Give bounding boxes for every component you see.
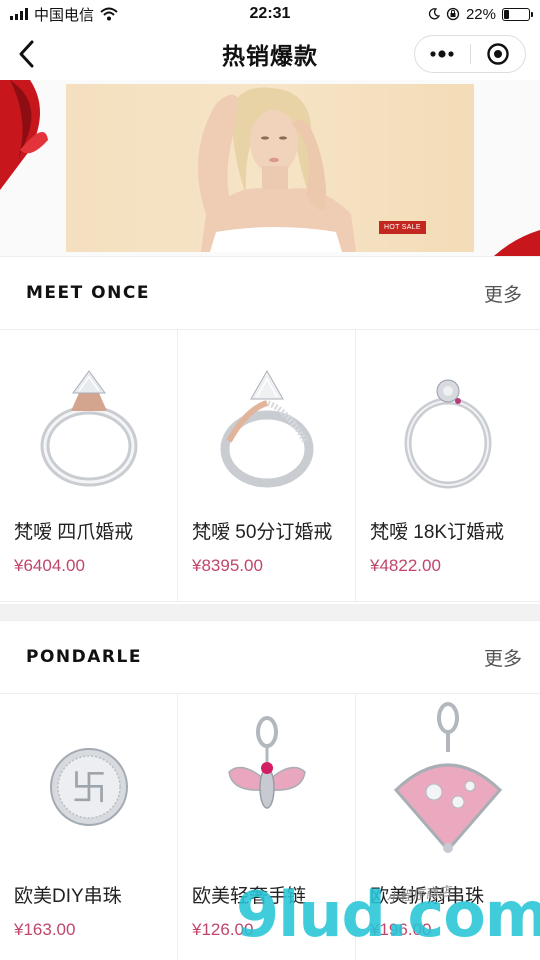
product-price: ¥6404.00 bbox=[14, 556, 85, 575]
carrier-name: 中国电信 bbox=[34, 6, 95, 24]
section-gap bbox=[0, 604, 540, 620]
nav-bar: 热销爆款 bbox=[0, 28, 540, 80]
flower-ring-image bbox=[356, 330, 540, 512]
fan-charm-image bbox=[356, 694, 540, 876]
product-name: 欧美折扇串珠 bbox=[370, 886, 485, 907]
section-pondarle: PONDARLE 更多 卐 欧美DIY串珠 ¥163.00 欧美轻奢手链 ¥12… bbox=[0, 620, 540, 960]
product-card[interactable]: 梵嗳 18K订婚戒 ¥4822.00 bbox=[356, 330, 540, 601]
red-ribbon-corner bbox=[494, 230, 540, 256]
rotation-lock-icon bbox=[446, 7, 460, 21]
status-right: 22% bbox=[428, 5, 533, 23]
product-name: 欧美DIY串珠 bbox=[14, 886, 122, 907]
more-link[interactable]: 更多 bbox=[484, 644, 522, 671]
product-price: ¥163.00 bbox=[14, 920, 76, 939]
more-dots-icon[interactable] bbox=[415, 36, 470, 72]
more-link[interactable]: 更多 bbox=[484, 280, 522, 307]
signal-icon bbox=[10, 8, 28, 20]
target-circle-icon[interactable] bbox=[471, 36, 526, 72]
status-left: 中国电信 bbox=[10, 4, 118, 25]
section-header: MEET ONCE 更多 bbox=[0, 256, 540, 330]
battery-icon bbox=[502, 7, 533, 21]
solitaire-ring-image bbox=[0, 330, 177, 512]
battery-percent: 22% bbox=[465, 5, 496, 23]
product-price: ¥4822.00 bbox=[370, 556, 441, 575]
hot-sale-badge: HOT SALE bbox=[379, 221, 426, 234]
page-title: 热销爆款 bbox=[222, 43, 318, 69]
product-row: 卐 欧美DIY串珠 ¥163.00 欧美轻奢手链 ¥126.00 欧美折扇串珠 … bbox=[0, 694, 540, 960]
model-photo: HOT SALE bbox=[66, 84, 474, 252]
product-card[interactable]: 卐 欧美DIY串珠 ¥163.00 bbox=[0, 694, 178, 960]
section-meet-once: MEET ONCE 更多 梵嗳 四爪婚戒 ¥6404.00 梵嗳 50分订婚戒 … bbox=[0, 256, 540, 602]
bee-charm-image bbox=[178, 694, 355, 876]
red-ribbon-decoration bbox=[0, 80, 48, 190]
mini-program-capsule bbox=[414, 35, 526, 73]
promo-banner[interactable]: HOT SALE bbox=[0, 80, 540, 256]
product-row: 梵嗳 四爪婚戒 ¥6404.00 梵嗳 50分订婚戒 ¥8395.00 梵嗳 1… bbox=[0, 330, 540, 602]
wifi-icon bbox=[100, 7, 118, 21]
status-bar: 中国电信 22:31 22% bbox=[0, 0, 540, 28]
moon-icon bbox=[428, 8, 440, 20]
product-price: ¥196.00 bbox=[370, 920, 432, 939]
section-header: PONDARLE 更多 bbox=[0, 620, 540, 694]
bead-charm-image: 卐 bbox=[0, 694, 177, 876]
product-price: ¥126.00 bbox=[192, 920, 254, 939]
product-name: 梵嗳 18K订婚戒 bbox=[370, 522, 505, 543]
back-arrow-icon[interactable] bbox=[10, 38, 42, 70]
product-card[interactable]: 梵嗳 50分订婚戒 ¥8395.00 bbox=[178, 330, 356, 601]
twisted-ring-image bbox=[178, 330, 355, 512]
product-card[interactable]: 欧美轻奢手链 ¥126.00 bbox=[178, 694, 356, 960]
product-name: 梵嗳 50分订婚戒 bbox=[192, 522, 333, 543]
brand-title: PONDARLE bbox=[26, 647, 142, 667]
product-name: 欧美轻奢手链 bbox=[192, 886, 307, 907]
brand-title: MEET ONCE bbox=[26, 283, 150, 303]
svg-text:卐: 卐 bbox=[70, 768, 106, 809]
product-card[interactable]: 欧美折扇串珠 ¥196.00 bbox=[356, 694, 540, 960]
product-card[interactable]: 梵嗳 四爪婚戒 ¥6404.00 bbox=[0, 330, 178, 601]
product-price: ¥8395.00 bbox=[192, 556, 263, 575]
product-name: 梵嗳 四爪婚戒 bbox=[14, 522, 134, 543]
